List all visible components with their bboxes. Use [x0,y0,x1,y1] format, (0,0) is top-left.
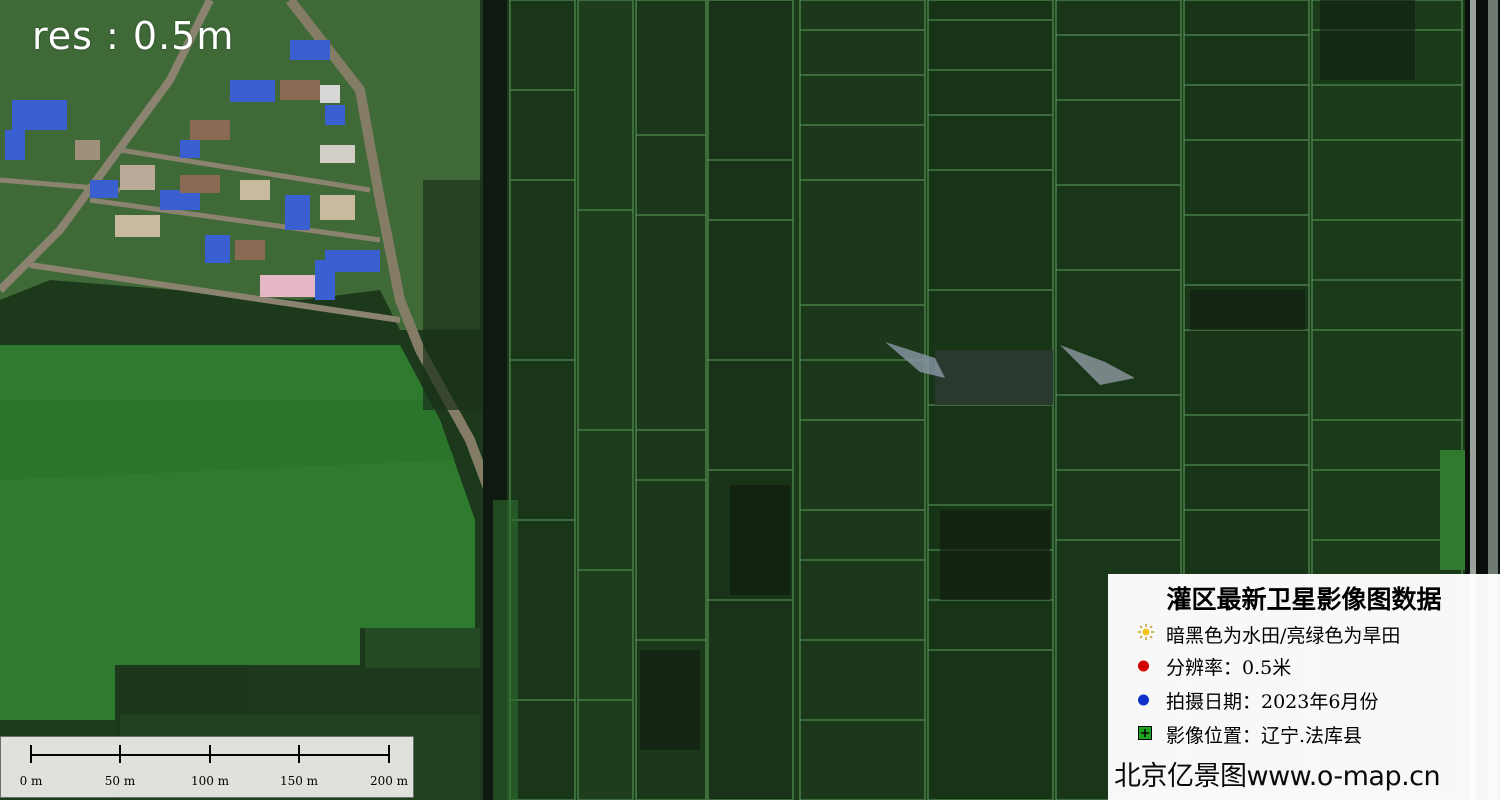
legend-item: 拍摄日期：2023年6月份 [1138,687,1478,713]
scale-tick [298,745,300,763]
scale-label: 200 m [369,774,409,788]
blue-dot-icon [1138,694,1149,706]
legend-item-text: 分辨率：0.5米 [1166,657,1292,679]
scale-tick [119,745,121,763]
legend-item-text: 暗黑色为水田/亮绿色为旱田 [1166,625,1401,647]
scale-label: 0 m [19,774,43,788]
legend-item-text: 影像位置：辽宁.法库县 [1166,725,1363,747]
legend-title: 灌区最新卫星影像图数据 [1166,585,1442,614]
legend-item: 分辨率：0.5米 [1138,653,1478,679]
green-plus-box-icon [1138,723,1152,745]
scale-tick [388,745,390,763]
legend-panel: 灌区最新卫星影像图数据 暗黑色为水田/亮绿色为旱田 分辨率：0.5米 拍摄日期：… [1108,574,1500,800]
scale-label: 100 m [190,774,230,788]
legend-item: 暗黑色为水田/亮绿色为旱田 [1138,621,1478,647]
credit-text: 北京亿景图www.o-map.cn [1114,761,1441,792]
scale-tick [30,745,32,763]
legend-item-text: 拍摄日期：2023年6月份 [1166,691,1379,713]
scale-tick [209,745,211,763]
scale-label: 150 m [279,774,319,788]
sun-icon [1138,623,1154,645]
legend-item: 影像位置：辽宁.法库县 [1138,721,1478,747]
red-dot-icon [1138,660,1149,672]
scale-bar: 0 m 50 m 100 m 150 m 200 m [0,736,414,798]
resolution-label: res : 0.5m [32,14,235,58]
scale-label: 50 m [104,774,136,788]
